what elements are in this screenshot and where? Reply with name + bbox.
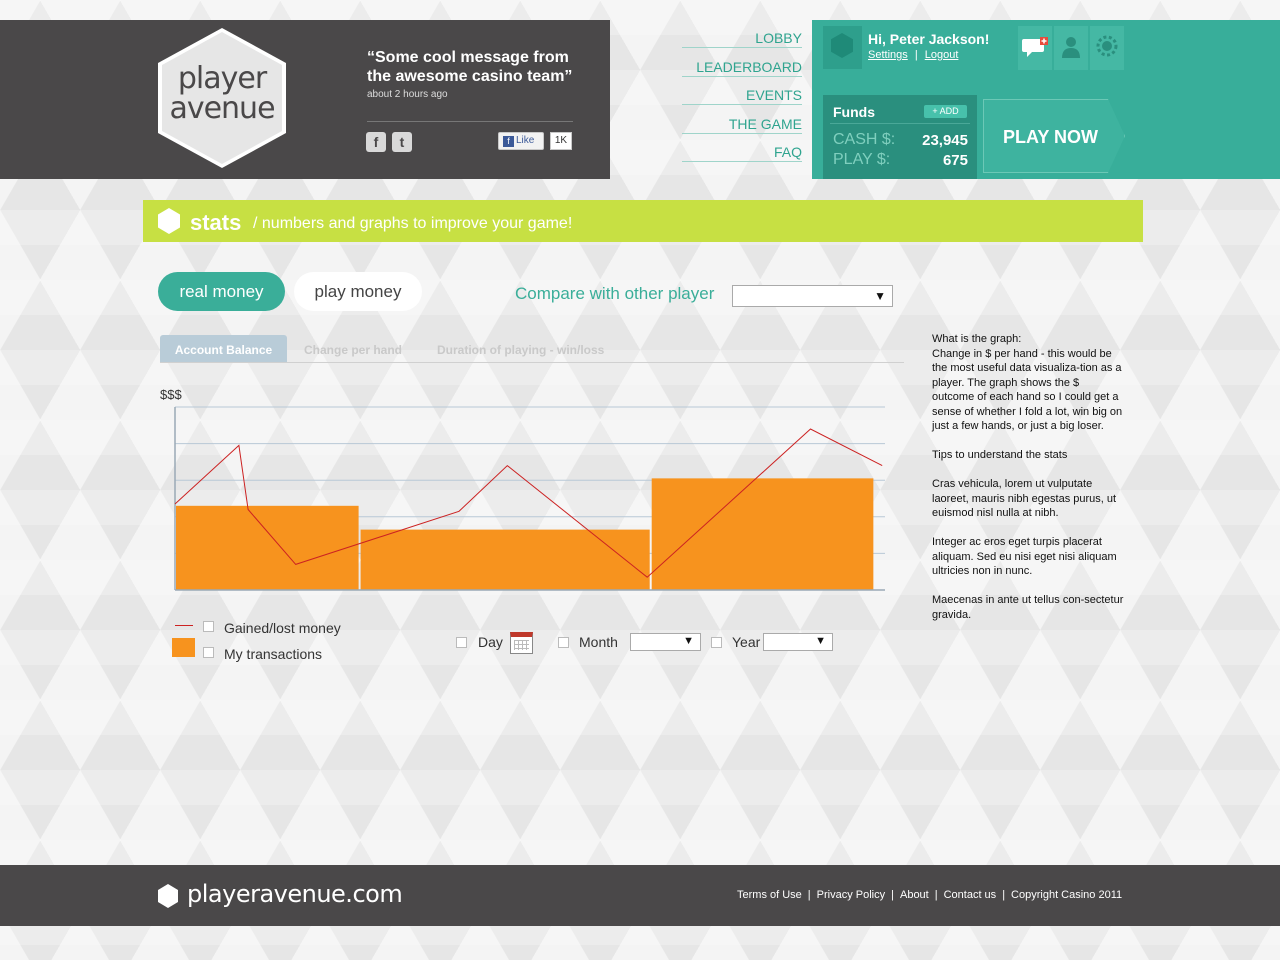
balance-chart: [174, 406, 885, 591]
month-select[interactable]: ▼: [630, 633, 701, 651]
nav-the-game[interactable]: THE GAME: [682, 106, 802, 134]
tab-change-per-hand[interactable]: Change per hand: [304, 335, 402, 363]
tab-underline: [160, 362, 904, 363]
legend-line-swatch: [175, 625, 193, 626]
dropdown-arrow-icon: ▼: [683, 635, 694, 647]
nav-faq[interactable]: FAQ: [682, 134, 802, 162]
help-paragraph: Integer ac eros eget turpis placerat ali…: [932, 536, 1117, 577]
play-value: 675: [942, 152, 968, 169]
tab-account-balance[interactable]: Account Balance: [160, 335, 287, 363]
graph-help-text: What is the graph: Change in $ per hand …: [932, 332, 1124, 637]
help-paragraph: Cras vehicula, lorem ut vulputate laoree…: [932, 478, 1117, 519]
calendar-icon[interactable]: [510, 632, 533, 654]
page-title: stats: [190, 210, 242, 235]
compare-label: Compare with other player: [515, 284, 715, 303]
legend-bar-swatch: [172, 638, 195, 657]
nav-lobby[interactable]: LOBBY: [682, 20, 802, 48]
settings-link[interactable]: Settings: [868, 49, 908, 61]
footer-brand[interactable]: playeravenue.com: [187, 880, 403, 908]
gained-lost-checkbox[interactable]: [203, 621, 214, 632]
compare-player-select[interactable]: ▼: [732, 285, 893, 307]
message-timestamp: about 2 hours ago: [367, 89, 448, 100]
logout-link[interactable]: Logout: [925, 49, 959, 61]
chips-button[interactable]: [1090, 26, 1124, 70]
chart-bar: [651, 478, 874, 590]
chart-bar: [176, 505, 359, 590]
header-message-panel: [0, 20, 610, 179]
help-paragraph: Maecenas in ante ut tellus con-sectetur …: [932, 594, 1124, 621]
day-label: Day: [478, 634, 503, 650]
help-paragraph: What is the graph: Change in $ per hand …: [932, 333, 1123, 432]
tab-duration-of-playing[interactable]: Duration of playing - win/loss: [437, 335, 604, 363]
play-now-button[interactable]: PLAY NOW: [983, 99, 1125, 173]
month-checkbox[interactable]: [558, 637, 569, 648]
chart-bar: [360, 529, 650, 590]
real-money-toggle[interactable]: real money: [158, 272, 285, 311]
logo[interactable]: player avenue: [162, 64, 282, 124]
footer-separator: |: [1002, 889, 1006, 901]
cash-label: CASH $:: [833, 131, 896, 148]
team-message: “Some cool message from the awesome casi…: [367, 49, 573, 85]
facebook-like-button[interactable]: f Like: [498, 132, 544, 150]
nav-events[interactable]: EVENTS: [682, 77, 802, 105]
dropdown-arrow-icon: ▼: [815, 635, 826, 647]
facebook-small-icon: f: [503, 136, 514, 147]
legend-gained-lost: Gained/lost money: [224, 620, 341, 636]
nav-leaderboard[interactable]: LEADERBOARD: [682, 49, 802, 77]
footer-separator: |: [891, 889, 894, 901]
profile-button[interactable]: [1054, 26, 1088, 70]
account-links: Settings | Logout: [868, 49, 958, 61]
day-checkbox[interactable]: [456, 637, 467, 648]
funds-divider: [830, 123, 970, 124]
logo-line-1: player: [177, 61, 267, 96]
footer-link-terms[interactable]: Terms of Use: [737, 889, 802, 901]
month-label: Month: [579, 634, 618, 650]
play-label: PLAY $:: [833, 151, 891, 168]
like-label: Like: [516, 135, 535, 146]
footer-separator: |: [807, 889, 811, 901]
cash-value: 23,945: [922, 132, 968, 149]
user-icon: [1062, 37, 1080, 58]
chip-icon: [1096, 35, 1118, 57]
twitter-icon[interactable]: t: [392, 132, 412, 152]
messages-button[interactable]: [1018, 26, 1052, 70]
my-transactions-checkbox[interactable]: [203, 647, 214, 658]
play-money-toggle[interactable]: play money: [294, 272, 422, 311]
facebook-icon[interactable]: f: [366, 132, 386, 152]
footer-links: Terms of Use | Privacy Policy | About | Contac…: [737, 889, 1122, 901]
funds-title: Funds: [833, 104, 875, 120]
dropdown-arrow-icon: ▼: [874, 289, 886, 303]
logo-line-2: avenue: [169, 91, 275, 126]
year-checkbox[interactable]: [711, 637, 722, 648]
page-subtitle: / numbers and graphs to improve your gam…: [253, 215, 573, 232]
footer-copyright: Copyright Casino 2011: [1011, 889, 1123, 901]
footer-link-about[interactable]: About: [900, 889, 929, 901]
help-paragraph: Tips to understand the stats: [932, 449, 1068, 461]
link-separator: |: [914, 49, 918, 61]
year-label: Year: [732, 634, 761, 650]
footer-link-contact[interactable]: Contact us: [944, 889, 997, 901]
legend-my-transactions: My transactions: [224, 646, 323, 662]
chat-icon: [1022, 37, 1048, 57]
user-greeting: Hi, Peter Jackson!: [868, 31, 990, 47]
footer-link-privacy[interactable]: Privacy Policy: [817, 889, 885, 901]
like-count: 1K: [550, 132, 572, 150]
add-funds-button[interactable]: + ADD: [924, 105, 967, 118]
footer-separator: |: [934, 889, 938, 901]
year-select[interactable]: ▼: [763, 633, 833, 651]
message-divider: [367, 121, 573, 122]
calendar-grid: [514, 640, 529, 650]
